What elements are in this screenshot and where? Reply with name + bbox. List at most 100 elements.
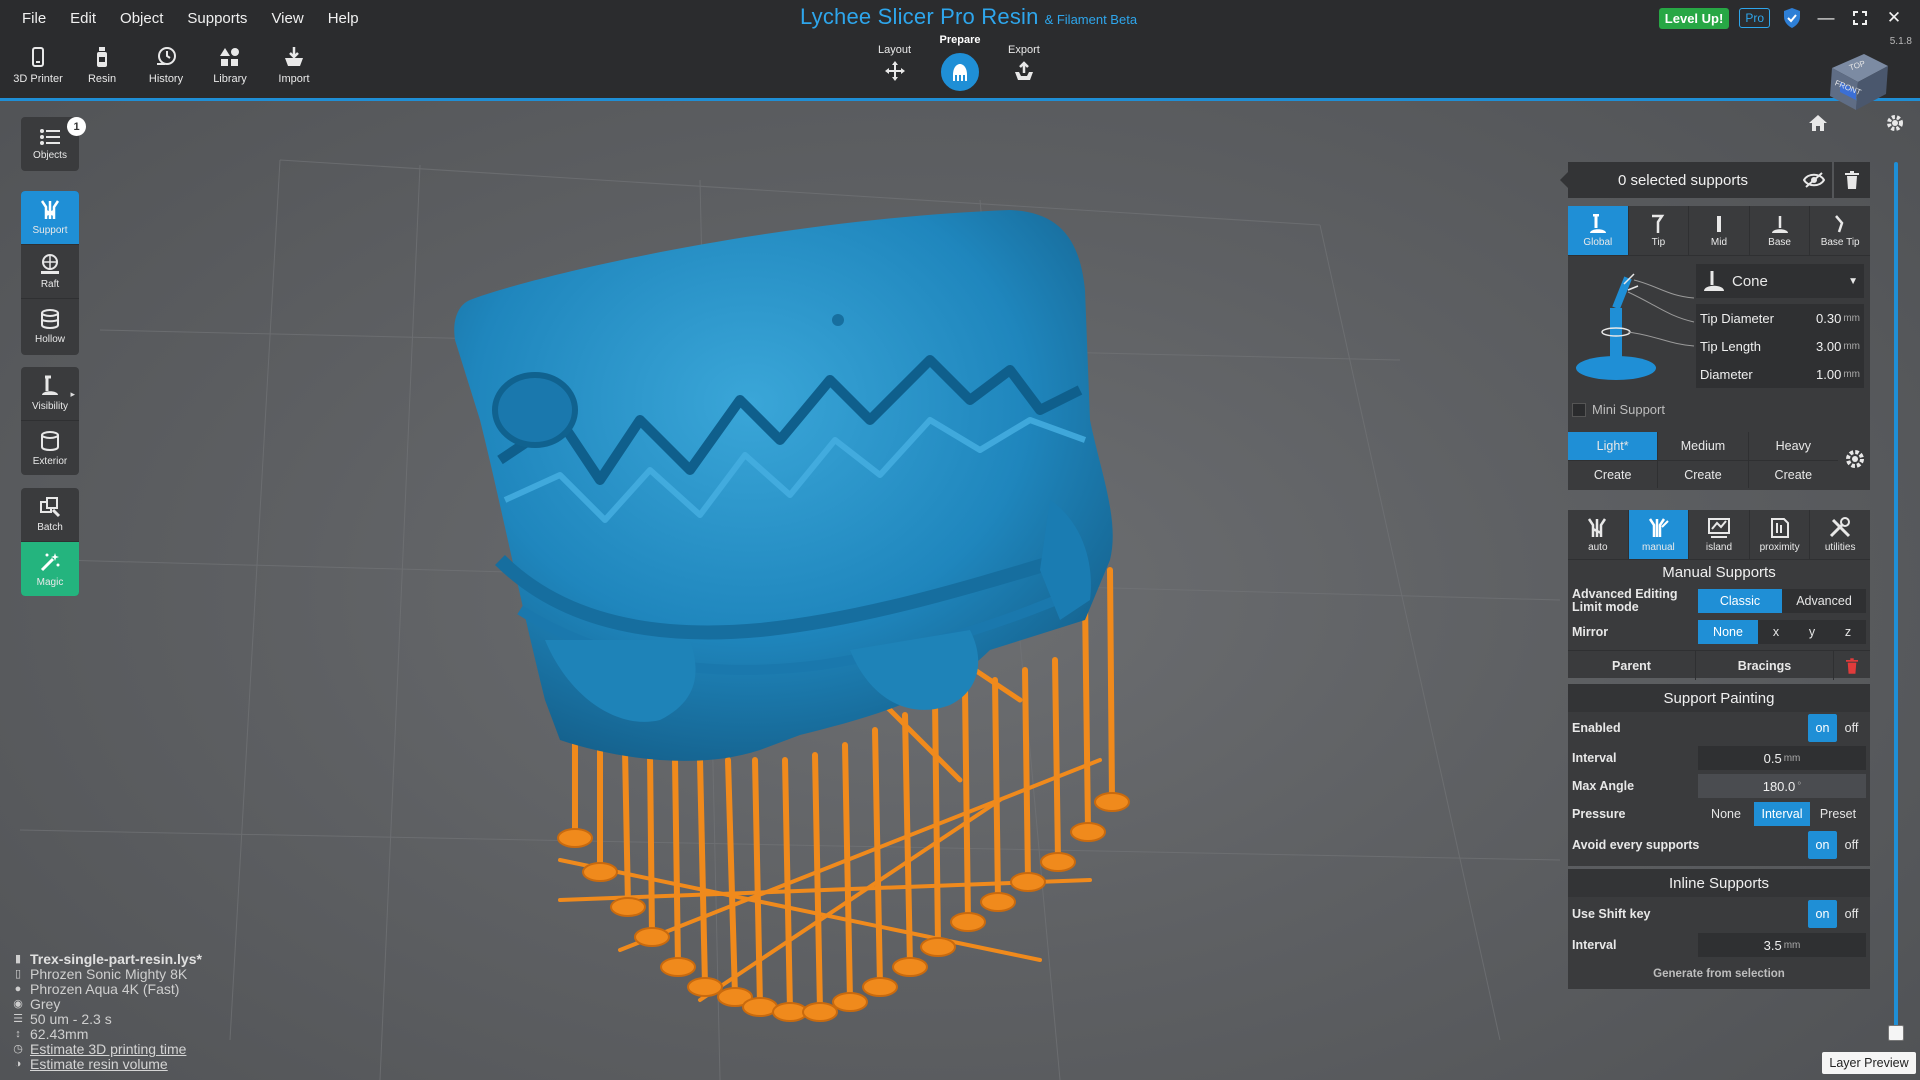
support-button[interactable]: Support [21,191,79,245]
tab-base-tip-label: Base Tip [1820,236,1860,248]
advanced-option[interactable]: Advanced [1782,589,1866,613]
delete-bracings-button[interactable] [1834,651,1870,680]
menu-object[interactable]: Object [108,10,175,27]
home-icon[interactable] [1808,114,1828,132]
mirror-y-option[interactable]: y [1794,620,1830,644]
layer-slider-track[interactable] [1894,162,1898,1032]
library-label: Library [213,73,247,85]
menu-help[interactable]: Help [316,10,371,27]
raft-label: Raft [40,279,60,290]
tab-auto[interactable]: auto [1568,510,1629,559]
advanced-edit-toggle: Classic Advanced [1698,589,1866,613]
estimate-time-link[interactable]: Estimate 3D printing time [30,1042,186,1057]
tab-utilities-label: utilities [1824,541,1856,553]
classic-option[interactable]: Classic [1698,589,1782,613]
pressure-interval-option[interactable]: Interval [1754,802,1810,826]
library-button[interactable]: Library [200,46,260,96]
gear-icon[interactable] [1885,113,1905,133]
avoid-supports-off[interactable]: off [1837,831,1866,859]
printer-button[interactable]: 3D Printer [8,46,68,96]
tab-base-tip[interactable]: Base Tip [1810,206,1870,255]
create-heavy-button[interactable]: Create [1747,461,1838,488]
create-medium-button[interactable]: Create [1657,461,1747,488]
create-light-button[interactable]: Create [1568,461,1657,488]
menu-edit[interactable]: Edit [58,10,108,27]
param-diameter[interactable]: Diameter 1.00 mm [1696,360,1864,388]
pro-badge[interactable]: Pro [1739,8,1770,28]
shift-key-on[interactable]: on [1808,900,1837,928]
hide-supports-button[interactable] [1796,162,1832,198]
tab-base[interactable]: Base [1750,206,1811,255]
auto-support-icon [1587,517,1606,537]
close-icon[interactable]: ✕ [1882,6,1906,30]
stage-prepare[interactable]: Prepare [938,34,982,94]
bracings-button[interactable]: Bracings [1696,651,1834,680]
painting-enabled-on[interactable]: on [1808,714,1837,742]
generate-from-selection-button[interactable]: Generate from selection [1568,959,1870,989]
stage-layout[interactable]: Layout [878,44,911,82]
mirror-x-option[interactable]: x [1758,620,1794,644]
import-button[interactable]: Import [264,46,324,96]
avoid-supports-toggle[interactable]: on off [1808,831,1866,859]
minimize-icon[interactable]: — [1814,6,1838,30]
preset-heavy-button[interactable]: Heavy [1747,432,1838,460]
support-global-icon [1589,213,1606,233]
painting-interval-input[interactable]: 0.5 mm [1698,746,1866,770]
mirror-none-option[interactable]: None [1698,620,1758,644]
parent-button[interactable]: Parent [1568,651,1696,680]
tab-proximity[interactable]: proximity [1750,510,1811,559]
param-tip-diameter[interactable]: Tip Diameter 0.30 mm [1696,304,1864,332]
pressure-none-option[interactable]: None [1698,802,1754,826]
max-angle-input[interactable]: 180.0 ° [1698,774,1866,798]
preset-light-button[interactable]: Light* [1568,432,1658,460]
tab-manual[interactable]: manual [1628,510,1690,559]
tab-global[interactable]: Global [1568,206,1629,255]
hollow-button[interactable]: Hollow [21,299,79,353]
viewport-3d[interactable] [0,101,1560,1080]
param-diameter-label: Diameter [1700,366,1753,382]
shield-check-icon[interactable] [1780,6,1804,30]
menu-supports[interactable]: Supports [175,10,259,27]
library-icon [220,48,239,66]
param-tip-length[interactable]: Tip Length 3.00 mm [1696,332,1864,360]
shift-key-off[interactable]: off [1837,900,1866,928]
inline-interval-input[interactable]: 3.5 mm [1698,933,1866,957]
preset-medium-button[interactable]: Medium [1657,432,1747,460]
tab-utilities[interactable]: utilities [1810,510,1870,559]
trex-model[interactable] [454,210,1113,761]
layer-slider-handle[interactable] [1888,1025,1904,1041]
tab-tip[interactable]: Tip [1629,206,1690,255]
painting-enabled-toggle[interactable]: on off [1808,714,1866,742]
tab-mid[interactable]: Mid [1689,206,1750,255]
visibility-button[interactable]: Visibility ▸ [21,367,79,421]
stage-export[interactable]: Export [1008,44,1040,82]
estimate-volume-link[interactable]: Estimate resin volume [30,1057,168,1072]
support-mode-tabs: auto manual island proximity utilities [1568,510,1870,560]
support-settings-panel: Global Tip Mid Base Base Tip Cone ▼ Tip … [1568,206,1870,490]
menu-view[interactable]: View [259,10,315,27]
tab-island[interactable]: island [1689,510,1750,559]
resin-bottle-icon [97,47,107,67]
support-shape-select[interactable]: Cone ▼ [1696,264,1864,298]
avoid-supports-on[interactable]: on [1808,831,1837,859]
shift-key-toggle[interactable]: on off [1808,900,1866,928]
mini-support-checkbox[interactable] [1572,402,1586,417]
view-cube[interactable]: TOP FRONT [1822,50,1892,116]
maximize-icon[interactable] [1848,6,1872,30]
pressure-preset-option[interactable]: Preset [1810,802,1866,826]
batch-button[interactable]: Batch [21,488,79,542]
mirror-z-option[interactable]: z [1830,620,1866,644]
preset-settings-gear-icon[interactable] [1844,448,1866,470]
level-up-button[interactable]: Level Up! [1658,7,1730,29]
manual-supports-title: Manual Supports [1662,563,1776,581]
painting-enabled-off[interactable]: off [1837,714,1866,742]
delete-supports-button[interactable] [1834,162,1870,198]
main-toolbar: 3D Printer Resin History Library Import [8,46,324,96]
resin-button[interactable]: Resin [72,46,132,96]
exterior-button[interactable]: Exterior [21,421,79,475]
raft-button[interactable]: Raft [21,245,79,299]
selected-supports-bar: 0 selected supports [1560,162,1798,198]
menu-file[interactable]: File [10,10,58,27]
magic-button[interactable]: Magic [21,542,79,596]
history-button[interactable]: History [136,46,196,96]
